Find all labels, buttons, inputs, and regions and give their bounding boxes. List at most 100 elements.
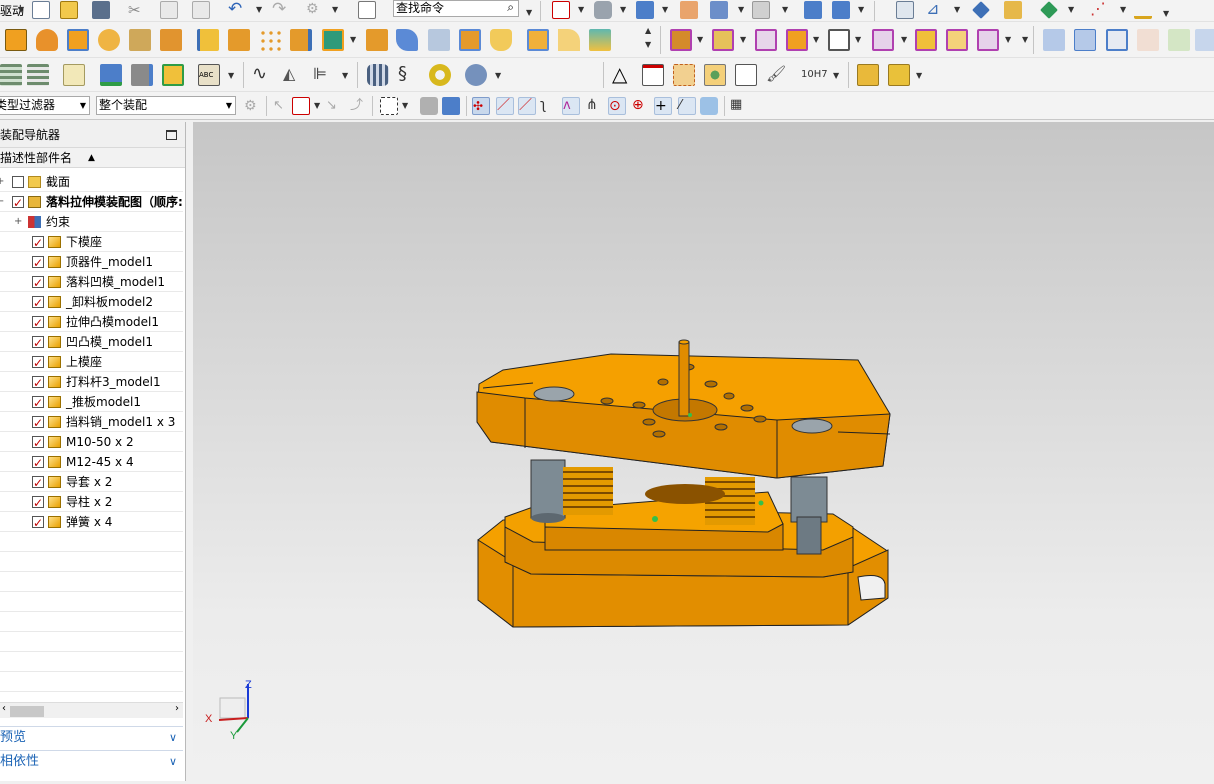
visibility-checkbox[interactable]	[32, 293, 44, 313]
through-curves-icon[interactable]	[1074, 29, 1096, 51]
navigator-column-header[interactable]: 描述性部件名 ▲	[0, 148, 185, 168]
spreadsheet-icon[interactable]	[642, 64, 664, 86]
grid-toggle-icon[interactable]: ▦	[730, 97, 748, 115]
repeat-dropdown-icon[interactable]: ▼	[332, 5, 338, 14]
tree-row[interactable]: _卸料板model2	[0, 292, 183, 313]
more-features-dropdown-icon[interactable]: ▼	[645, 40, 651, 49]
edit-section-icon[interactable]	[710, 1, 728, 19]
pattern-feature-icon[interactable]	[228, 29, 250, 51]
visibility-checkbox[interactable]	[32, 233, 44, 253]
assembly-add-icon[interactable]	[670, 29, 692, 51]
snap-midpoint-icon[interactable]: ／	[518, 97, 536, 115]
move-component-icon[interactable]	[828, 29, 850, 51]
tree-row[interactable]: − 落料拉伸模装配图（顺序:	[0, 192, 183, 213]
shell-icon[interactable]	[527, 29, 549, 51]
gear-set-icon[interactable]	[704, 64, 726, 86]
visibility-checkbox[interactable]	[32, 273, 44, 293]
scope-select[interactable]: 整个装配 ▼	[96, 96, 236, 115]
stock-array-icon[interactable]	[888, 64, 910, 86]
ruled-surface-icon[interactable]	[1168, 29, 1190, 51]
offset-surface-icon[interactable]	[1106, 29, 1128, 51]
visibility-checkbox[interactable]	[32, 473, 44, 493]
render-dropdown-icon[interactable]: ▼	[620, 5, 626, 14]
snap-on-curve-icon[interactable]: ⁄	[678, 97, 696, 115]
section-dropdown-icon[interactable]: ▼	[738, 5, 744, 14]
save-icon[interactable]	[92, 1, 110, 19]
preview-panel-toggle[interactable]: 预览 ∨	[0, 726, 183, 748]
sweep-icon[interactable]	[396, 29, 418, 51]
guide-post-left[interactable]	[530, 459, 566, 523]
visibility-checkbox[interactable]	[12, 193, 24, 213]
datum-csys-icon[interactable]: ⊿	[926, 1, 944, 19]
visibility-checkbox[interactable]	[32, 493, 44, 513]
undo-icon[interactable]: ↶	[228, 1, 246, 19]
visibility-checkbox[interactable]	[32, 433, 44, 453]
array-component-icon[interactable]	[755, 29, 777, 51]
scroll-right-icon[interactable]: ›	[175, 703, 179, 714]
new-component-icon[interactable]	[712, 29, 734, 51]
offset-face-icon[interactable]	[459, 29, 481, 51]
orient-view-icon[interactable]	[636, 1, 654, 19]
bearing-icon[interactable]	[429, 64, 451, 86]
maximize-icon[interactable]	[166, 130, 177, 140]
tree-row[interactable]: 凹凸模_model1	[0, 332, 183, 353]
pocket-icon[interactable]	[129, 29, 151, 51]
new-component-dropdown-icon[interactable]: ▼	[740, 35, 746, 44]
move-layer-icon[interactable]	[832, 1, 850, 19]
select-body-icon[interactable]	[442, 97, 460, 115]
table-dropdown-icon[interactable]: ▼	[342, 71, 348, 80]
tree-row[interactable]: + 约束	[0, 212, 183, 232]
clearance-dropdown-icon[interactable]: ▼	[1005, 35, 1011, 44]
tree-row[interactable]: 弹簧 x 4	[0, 512, 183, 533]
select-face-icon[interactable]: ⤴	[350, 97, 368, 115]
dependencies-panel-toggle[interactable]: 相依性 ∨	[0, 750, 183, 772]
surface-patch-icon[interactable]	[1043, 29, 1065, 51]
tolerance-dropdown-icon[interactable]: ▼	[833, 71, 839, 80]
pattern-array-icon[interactable]	[259, 29, 281, 51]
wave-linker-icon[interactable]	[946, 29, 968, 51]
stock-icon[interactable]	[857, 64, 879, 86]
constraints-dropdown-icon[interactable]: ▼	[901, 35, 907, 44]
spring-left[interactable]	[563, 467, 613, 515]
visibility-checkbox[interactable]	[32, 513, 44, 533]
fastener-dropdown-icon[interactable]: ▼	[495, 71, 501, 80]
tree-row[interactable]: 挡料销_model1 x 3	[0, 412, 183, 433]
filter-settings-icon[interactable]: ⚙	[244, 97, 262, 115]
trim-dropdown-icon[interactable]: ▼	[350, 35, 356, 44]
tree-row[interactable]: M12-45 x 4	[0, 452, 183, 473]
spring-icon[interactable]: §	[398, 64, 420, 86]
snap-endpoint-icon[interactable]: ／	[496, 97, 514, 115]
cylinder-icon[interactable]	[367, 64, 389, 86]
undo-dropdown-icon[interactable]: ▼	[256, 5, 262, 14]
ruler-icon[interactable]	[1134, 1, 1152, 19]
new-file-icon[interactable]	[32, 1, 50, 19]
visibility-checkbox[interactable]	[32, 313, 44, 333]
point-icon[interactable]	[972, 1, 990, 19]
mirror-dropdown-icon[interactable]: ▼	[813, 35, 819, 44]
visibility-checkbox[interactable]	[32, 373, 44, 393]
triangle-icon[interactable]: △	[612, 64, 634, 86]
check-clearance-icon[interactable]	[977, 29, 999, 51]
scroll-left-icon[interactable]: ‹	[2, 703, 6, 714]
select-rule-icon[interactable]: ↘	[326, 97, 344, 115]
snap-on-surface-icon[interactable]	[700, 97, 718, 115]
layer-icon[interactable]	[804, 1, 822, 19]
background-icon[interactable]	[752, 1, 770, 19]
command-finder-input[interactable]: 查找命令 ⌕	[393, 0, 519, 17]
snap-control-icon[interactable]: ʅ	[540, 97, 558, 115]
paste-icon[interactable]	[192, 1, 210, 19]
curve-icon[interactable]: ∿	[252, 64, 274, 86]
rectangle-select-dropdown-icon[interactable]: ▼	[402, 101, 408, 110]
snap-existing-point-icon[interactable]: +	[654, 97, 672, 115]
move-dropdown-icon[interactable]: ▼	[855, 35, 861, 44]
table-icon[interactable]: ⊫	[313, 64, 335, 86]
snap-arc-center-icon[interactable]: ⋔	[586, 97, 604, 115]
note-icon[interactable]	[63, 64, 85, 86]
pad-icon[interactable]	[160, 29, 182, 51]
search-icon[interactable]: ⌕	[507, 1, 514, 15]
snap-circle-icon[interactable]: ⊕	[632, 97, 650, 115]
rectangle-select-icon[interactable]	[380, 97, 398, 115]
explode-view-icon[interactable]	[915, 29, 937, 51]
ruler-dropdown-icon[interactable]: ▼	[1163, 9, 1169, 18]
touch-mode-icon[interactable]	[358, 1, 376, 19]
